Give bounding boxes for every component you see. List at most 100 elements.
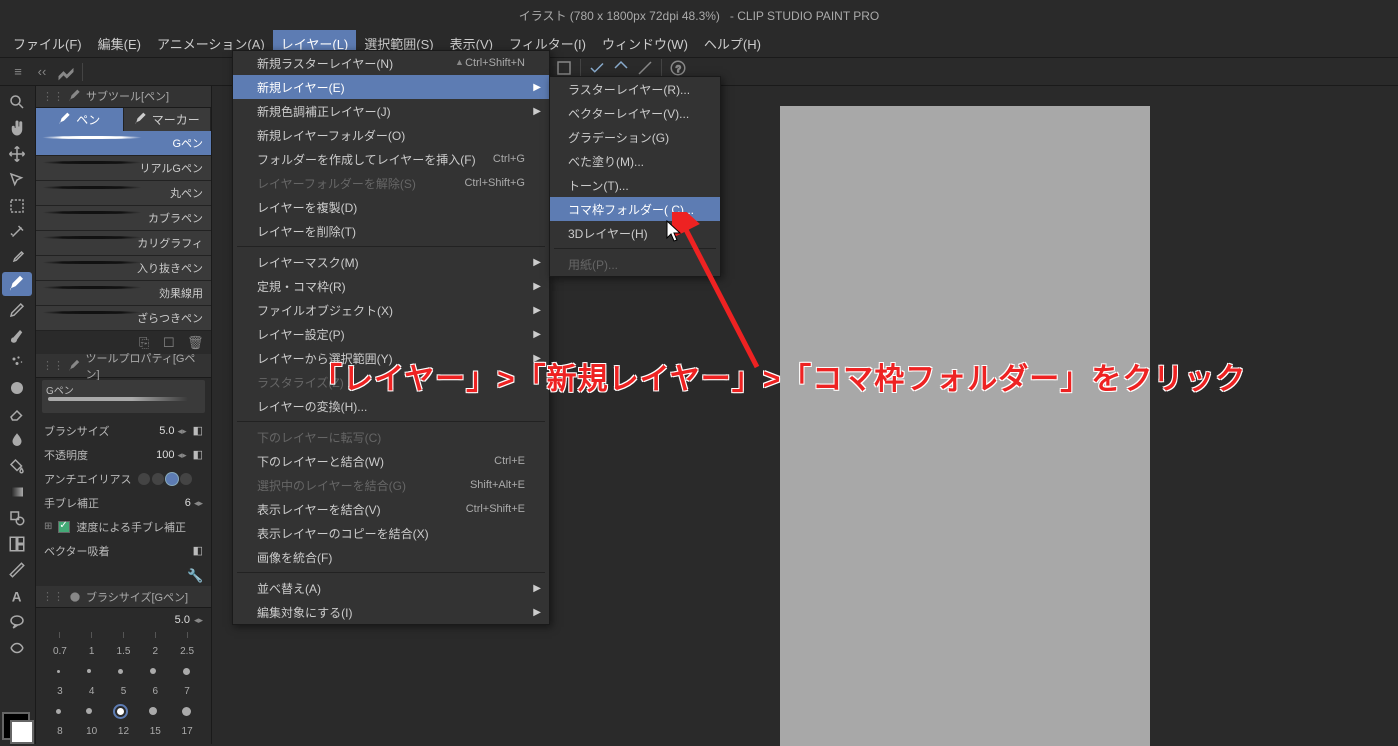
- submenu-item[interactable]: 3Dレイヤー(H): [550, 221, 720, 245]
- submenu-item[interactable]: ラスターレイヤー(R)...: [550, 77, 720, 101]
- submenu-item[interactable]: トーン(T)...: [550, 173, 720, 197]
- menu-item[interactable]: 新規レイヤー(E)▶: [233, 75, 549, 99]
- eraser-tool[interactable]: [2, 402, 32, 426]
- pencil-tool[interactable]: [2, 298, 32, 322]
- brush-効果線用[interactable]: 効果線用: [36, 281, 211, 306]
- prop-speed-correction[interactable]: ⊞ 速度による手ブレ補正: [36, 515, 211, 539]
- link-icon[interactable]: ◧: [193, 544, 203, 557]
- brush-カリグラフィ[interactable]: カリグラフィ: [36, 231, 211, 256]
- operation-tool[interactable]: [2, 168, 32, 192]
- menu-item[interactable]: レイヤーを複製(D): [233, 195, 549, 219]
- pen-tool[interactable]: [2, 272, 32, 296]
- brush-Gペン[interactable]: Gペン: [36, 131, 211, 156]
- link-icon[interactable]: ◧: [193, 448, 203, 461]
- deco-tool[interactable]: [2, 376, 32, 400]
- prop-opacity[interactable]: 不透明度 100 ◂▸ ◧: [36, 443, 211, 467]
- brush-丸ペン[interactable]: 丸ペン: [36, 181, 211, 206]
- correct-tool[interactable]: [2, 636, 32, 660]
- menu-編集(E)[interactable]: 編集(E): [90, 30, 149, 57]
- speed-checkbox[interactable]: [58, 521, 70, 533]
- menu-item[interactable]: レイヤーを削除(T): [233, 219, 549, 243]
- menu-item[interactable]: レイヤー設定(P)▶: [233, 322, 549, 346]
- prop-antialias[interactable]: アンチエイリアス: [36, 467, 211, 491]
- submenu-item[interactable]: コマ枠フォルダー( C)...: [550, 197, 720, 221]
- brush-tool[interactable]: [2, 324, 32, 348]
- zoom-tool[interactable]: [2, 90, 32, 114]
- menu-item[interactable]: 下のレイヤーと結合(W)Ctrl+E: [233, 449, 549, 473]
- canvas[interactable]: [780, 106, 1150, 746]
- brush-入り抜きペン[interactable]: 入り抜きペン: [36, 256, 211, 281]
- submenu-item[interactable]: ベクターレイヤー(V)...: [550, 101, 720, 125]
- menu-ファイル(F)[interactable]: ファイル(F): [5, 30, 90, 57]
- submenu-item[interactable]: べた塗り(M)...: [550, 149, 720, 173]
- hand-tool[interactable]: [2, 116, 32, 140]
- menu-item[interactable]: ファイルオブジェクト(X)▶: [233, 298, 549, 322]
- check-icon[interactable]: [587, 58, 607, 78]
- hamburger-icon[interactable]: ≡: [8, 62, 28, 82]
- menu-item[interactable]: レイヤーマスク(M)▶: [233, 250, 549, 274]
- menu-item[interactable]: 並べ替え(A)▶: [233, 576, 549, 600]
- link-icon[interactable]: ◧: [193, 424, 203, 437]
- submenu-item[interactable]: グラデーション(G): [550, 125, 720, 149]
- wrench-icon[interactable]: 🔧: [187, 568, 203, 584]
- menu-ヘルプ(H)[interactable]: ヘルプ(H): [696, 30, 769, 57]
- wand-tool[interactable]: [2, 220, 32, 244]
- brush-icon[interactable]: [56, 62, 76, 82]
- gradient-tool[interactable]: [2, 480, 32, 504]
- marquee-tool[interactable]: [2, 194, 32, 218]
- size-slider[interactable]: 5.0◂▸: [44, 612, 203, 628]
- submenu-item: 用紙(P)...: [550, 252, 720, 276]
- subtool-tab-marker[interactable]: マーカー: [124, 108, 212, 131]
- blend-tool[interactable]: [2, 428, 32, 452]
- fill-tool[interactable]: [2, 454, 32, 478]
- color-swatch[interactable]: [2, 712, 30, 740]
- menu-item[interactable]: レイヤーの変換(H)...: [233, 394, 549, 418]
- size-preset[interactable]: [86, 708, 92, 714]
- trash-icon[interactable]: 🗑: [187, 335, 203, 351]
- tool-property-header: ⋮⋮ ツールプロパティ[Gペン]: [36, 354, 211, 378]
- prop-hand-correction[interactable]: 手ブレ補正 6 ◂▸: [36, 491, 211, 515]
- size-preset[interactable]: [183, 668, 190, 675]
- size-preset[interactable]: [150, 668, 156, 674]
- menu-item[interactable]: 新規色調補正レイヤー(J)▶: [233, 99, 549, 123]
- size-preset[interactable]: [182, 707, 191, 716]
- chevron-icon[interactable]: ‹‹: [32, 62, 52, 82]
- brush-ざらつきペン[interactable]: ざらつきペン: [36, 306, 211, 331]
- menu-ウィンドウ(W)[interactable]: ウィンドウ(W): [594, 30, 696, 57]
- snap-icon[interactable]: [611, 58, 631, 78]
- menu-item[interactable]: 新規ラスターレイヤー(N)Ctrl+Shift+N: [233, 51, 549, 75]
- eyedropper-tool[interactable]: [2, 246, 32, 270]
- airbrush-tool[interactable]: [2, 350, 32, 374]
- menu-item[interactable]: 定規・コマ枠(R)▶: [233, 274, 549, 298]
- menu-item[interactable]: 表示レイヤーを結合(V)Ctrl+Shift+E: [233, 497, 549, 521]
- move-tool[interactable]: [2, 142, 32, 166]
- frame-tool[interactable]: [2, 532, 32, 556]
- prop-brush-size[interactable]: ブラシサイズ 5.0 ◂▸ ◧: [36, 419, 211, 443]
- figure-tool[interactable]: [2, 506, 32, 530]
- menu-item[interactable]: フォルダーを作成してレイヤーを挿入(F)Ctrl+G: [233, 147, 549, 171]
- size-preset[interactable]: [149, 707, 157, 715]
- pen-toolbar-icon[interactable]: [635, 58, 655, 78]
- ruler-tool[interactable]: [2, 558, 32, 582]
- help-icon[interactable]: ?: [668, 58, 688, 78]
- size-preset[interactable]: [87, 669, 91, 673]
- brush-リアルGペン[interactable]: リアルGペン: [36, 156, 211, 181]
- new-icon[interactable]: ☐: [163, 335, 179, 351]
- size-preset[interactable]: [118, 669, 123, 674]
- size-preset[interactable]: [57, 670, 60, 673]
- size-preset[interactable]: [117, 708, 124, 715]
- balloon-tool[interactable]: [2, 610, 32, 634]
- menu-item[interactable]: 画像を統合(F): [233, 545, 549, 569]
- prop-vector-snap[interactable]: ベクター吸着 ◧: [36, 539, 211, 563]
- brush-カブラペン[interactable]: カブラペン: [36, 206, 211, 231]
- text-tool[interactable]: A: [2, 584, 32, 608]
- menu-item[interactable]: 編集対象にする(I)▶: [233, 600, 549, 624]
- brush-size-title: ブラシサイズ[Gペン]: [86, 589, 188, 605]
- subtool-tab-pen[interactable]: ペン: [36, 108, 124, 131]
- duplicate-icon[interactable]: ⎘: [139, 335, 155, 351]
- menu-item[interactable]: 表示レイヤーのコピーを結合(X): [233, 521, 549, 545]
- layer-icon[interactable]: [554, 58, 574, 78]
- menu-item[interactable]: 新規レイヤーフォルダー(O): [233, 123, 549, 147]
- menu-item[interactable]: レイヤーから選択範囲(Y)▶: [233, 346, 549, 370]
- size-preset[interactable]: [56, 709, 61, 714]
